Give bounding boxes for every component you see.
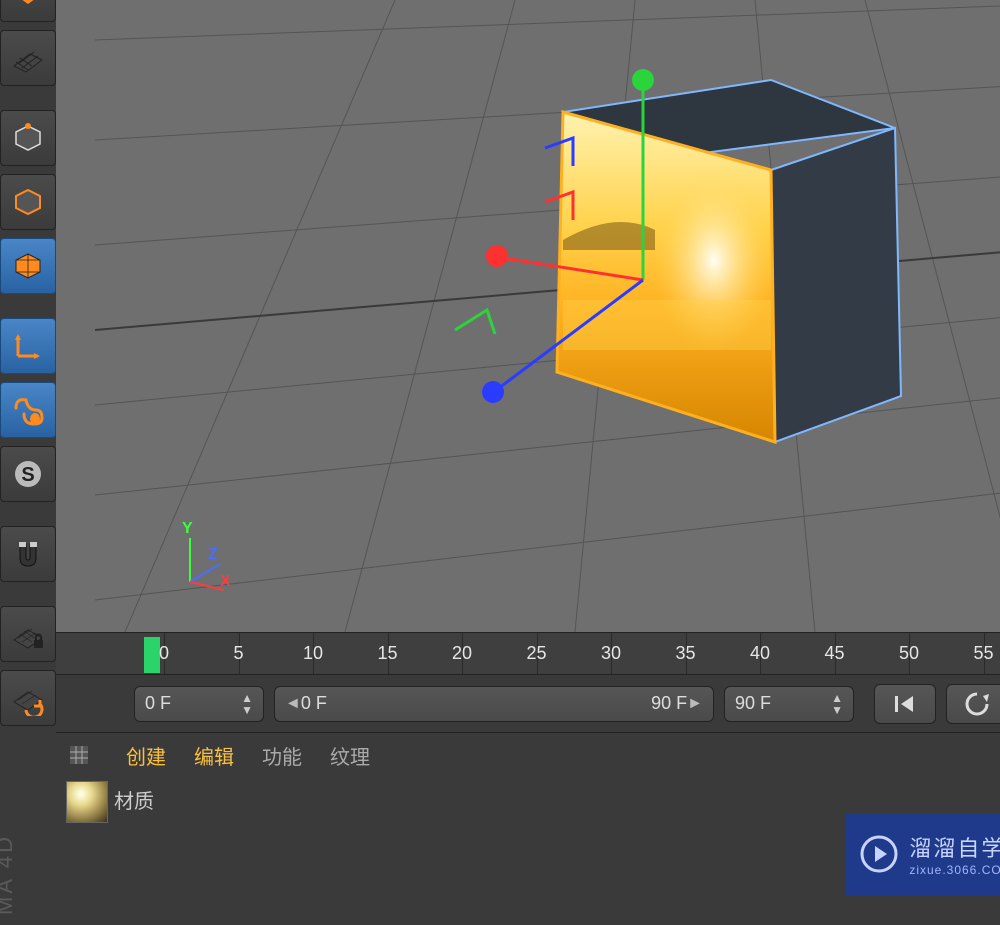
- menu-texture[interactable]: 纹理: [330, 741, 370, 770]
- menu-edit[interactable]: 编辑: [194, 741, 234, 770]
- end-frame-value: 90 F: [735, 693, 771, 714]
- viewport-3d[interactable]: Y Z X: [56, 0, 1000, 632]
- vertical-brand-text: MA 4D: [0, 834, 18, 915]
- tool-model-mode-icon[interactable]: [0, 110, 56, 166]
- grid-icon: [70, 746, 88, 764]
- spinner-icon[interactable]: ▲▼: [241, 692, 253, 716]
- material-manager: 创建 编辑 功能 纹理 材质 溜溜自学 zixue.3066.COM: [56, 732, 1000, 925]
- spinner-icon[interactable]: ▲▼: [831, 692, 843, 716]
- axis-z-label: Z: [208, 546, 218, 564]
- tool-polygon-mode-icon[interactable]: [0, 238, 56, 294]
- material-swatch[interactable]: [66, 781, 108, 823]
- timeline-tick-label: 5: [233, 643, 243, 664]
- range-field[interactable]: ◄ 0 F 90 F ►: [274, 686, 714, 722]
- tool-magnet-icon[interactable]: [0, 526, 56, 582]
- material-menubar: 创建 编辑 功能 纹理: [56, 733, 1000, 777]
- timeline-tick-label: 55: [973, 643, 993, 664]
- tool-workplane-rotate-icon[interactable]: [0, 670, 56, 726]
- left-toolbar: S: [0, 0, 56, 925]
- play-logo-icon: [859, 834, 899, 874]
- go-to-start-button[interactable]: [874, 684, 936, 724]
- timeline-tick-label: 40: [750, 643, 770, 664]
- end-frame-field[interactable]: 90 F ▲▼: [724, 686, 854, 722]
- svg-text:S: S: [21, 464, 34, 486]
- tool-floor-icon[interactable]: [0, 30, 56, 86]
- menu-create[interactable]: 创建: [126, 741, 166, 770]
- tool-mouse-icon[interactable]: [0, 382, 56, 438]
- timeline-tick-label: 0: [159, 643, 169, 664]
- timeline-tick-label: 50: [899, 643, 919, 664]
- watermark-title: 溜溜自学: [909, 836, 1000, 861]
- playback-controls: 0 F ▲▼ ◄ 0 F 90 F ► 90 F ▲▼: [56, 674, 1000, 732]
- tool-axis-icon[interactable]: [0, 318, 56, 374]
- range-from-value: 0 F: [301, 693, 327, 714]
- range-to-value: 90 F: [651, 693, 687, 714]
- timeline-playhead[interactable]: [144, 637, 160, 673]
- timeline-tick-label: 10: [303, 643, 323, 664]
- axis-y-label: Y: [182, 520, 193, 538]
- tool-object-mode-icon[interactable]: [0, 174, 56, 230]
- timeline-tick-label: 20: [452, 643, 472, 664]
- current-frame-field[interactable]: 0 F ▲▼: [134, 686, 264, 722]
- timeline-tick-label: 35: [675, 643, 695, 664]
- material-name[interactable]: 材质: [114, 781, 154, 823]
- menu-functions[interactable]: 功能: [262, 741, 302, 770]
- timeline-tick-label: 30: [601, 643, 621, 664]
- range-right-arrow-icon[interactable]: ►: [687, 695, 703, 713]
- watermark-badge: 溜溜自学 zixue.3066.COM: [846, 813, 1000, 895]
- timeline-tick-label: 15: [377, 643, 397, 664]
- cube-right-face[interactable]: [771, 128, 901, 442]
- timeline-tick-label: 45: [824, 643, 844, 664]
- range-left-arrow-icon[interactable]: ◄: [285, 695, 301, 713]
- timeline-tick-label: 25: [526, 643, 546, 664]
- tool-snap-s-icon[interactable]: S: [0, 446, 56, 502]
- current-frame-value: 0 F: [145, 693, 171, 714]
- axis-x-label: X: [220, 573, 231, 591]
- prev-key-button[interactable]: [946, 684, 1000, 724]
- tool-primitive-partial-icon[interactable]: [0, 0, 56, 22]
- tool-workplane-lock-icon[interactable]: [0, 606, 56, 662]
- timeline-ruler[interactable]: 0 5 10 15 20 25 30 35 40 45 50 55: [56, 632, 1000, 674]
- watermark-sub: zixue.3066.COM: [909, 863, 1000, 877]
